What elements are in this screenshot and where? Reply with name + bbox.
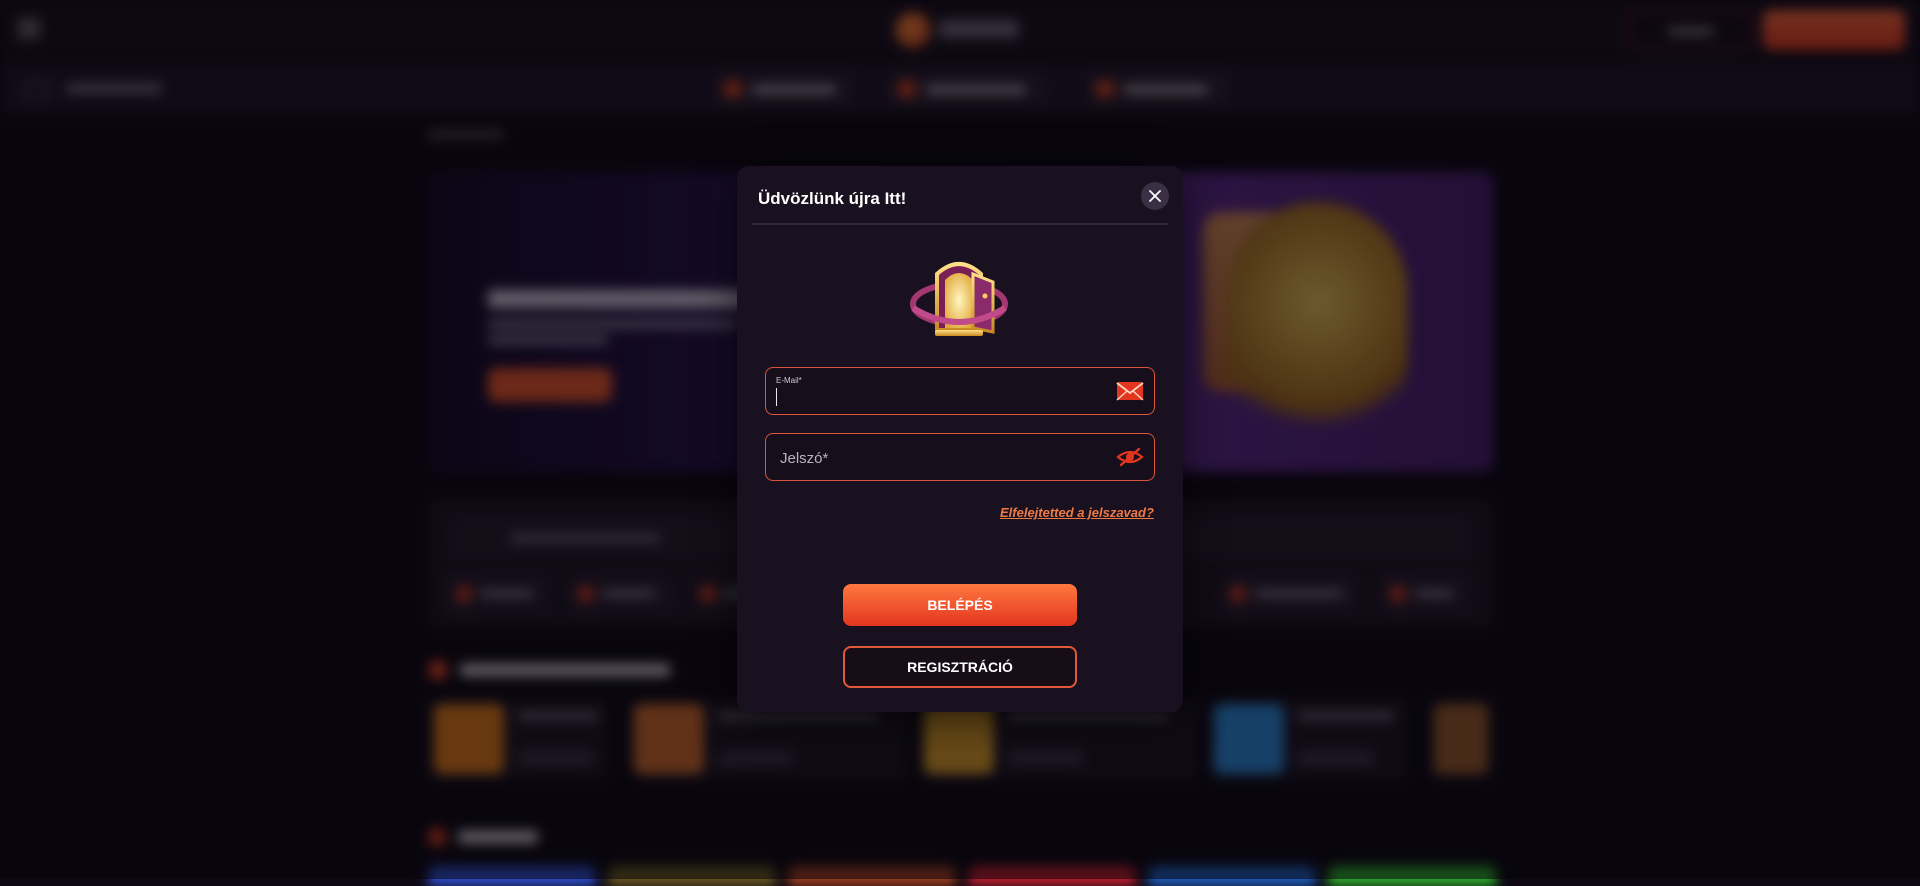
modal-title: Üdvözlünk újra Itt! <box>758 189 907 208</box>
email-input[interactable] <box>778 382 1102 412</box>
email-field[interactable]: E-Mail* <box>765 367 1155 415</box>
login-button[interactable]: BELÉPÉS <box>843 584 1077 626</box>
envelope-icon <box>1116 382 1144 401</box>
text-caret <box>776 388 777 406</box>
password-input[interactable] <box>778 440 1102 476</box>
eye-slash-icon[interactable] <box>1116 446 1144 468</box>
register-button[interactable]: REGISZTRÁCIÓ <box>843 646 1077 688</box>
door-portal-icon <box>910 262 1008 336</box>
password-field[interactable] <box>765 433 1155 481</box>
forgot-password-link[interactable]: Elfelejtetted a jelszavad? <box>1000 505 1154 520</box>
login-modal: Üdvözlünk újra Itt! E-Mail* Elfelejtette… <box>737 166 1183 712</box>
title-divider <box>752 223 1168 225</box>
close-button[interactable] <box>1141 182 1169 210</box>
close-icon <box>1149 190 1161 202</box>
